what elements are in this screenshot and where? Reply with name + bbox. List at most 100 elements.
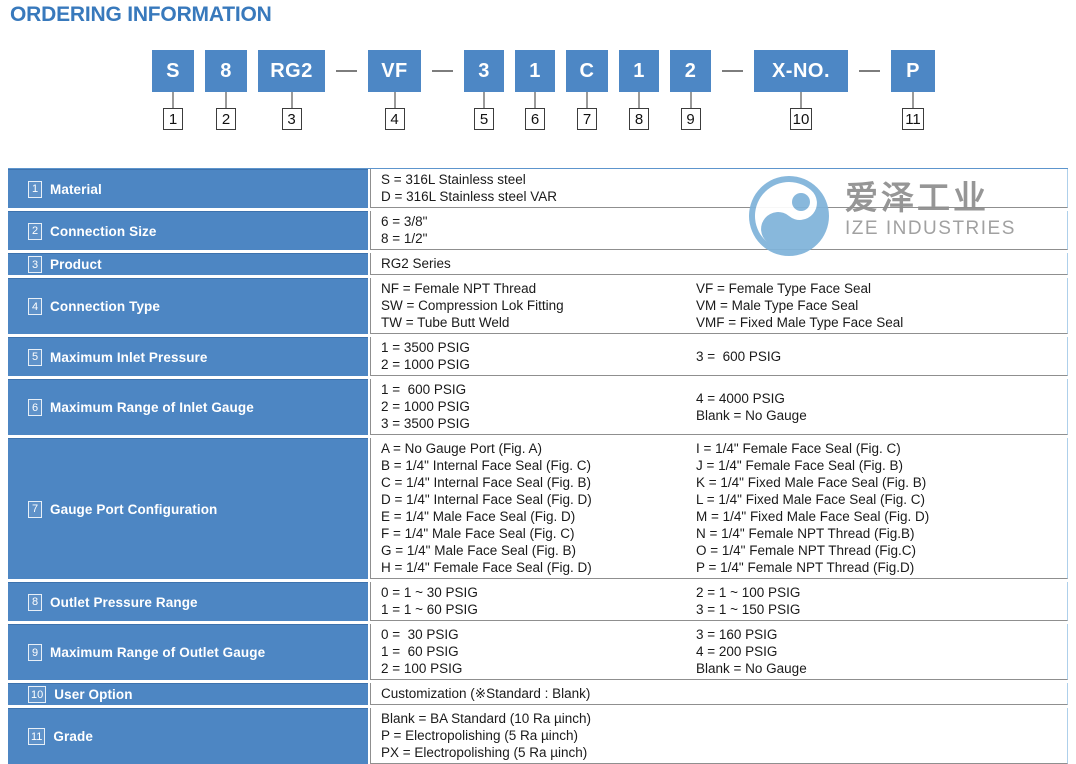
code-separator-dash [336, 70, 357, 72]
option-column-right [696, 255, 1067, 272]
row-number-badge: 7 [28, 501, 42, 518]
row-content-cell: 0 = 1 ~ 30 PSIG1 = 1 ~ 60 PSIG2 = 1 ~ 10… [370, 582, 1068, 621]
option-line: VF = Female Type Face Seal [696, 280, 1067, 297]
position-number-badge: 11 [902, 108, 924, 130]
code-box: P [891, 50, 935, 92]
row-label-cell: 11Grade [8, 708, 368, 764]
row-content-cell: RG2 Series [370, 253, 1068, 275]
row-content-cell: 0 = 30 PSIG1 = 60 PSIG2 = 100 PSIG3 = 16… [370, 624, 1068, 680]
option-line: Customization (※Standard : Blank) [381, 685, 696, 702]
code-box: S [152, 50, 194, 92]
row-label: Maximum Range of Inlet Gauge [50, 400, 254, 415]
table-row: 3ProductRG2 Series [8, 253, 1068, 275]
code-unit: 16 [515, 50, 555, 130]
option-column-right: 3 = 160 PSIG4 = 200 PSIGBlank = No Gauge [696, 626, 1067, 677]
row-number-badge: 1 [28, 181, 42, 198]
row-label-cell: 2Connection Size [8, 211, 368, 250]
code-unit: RG23 [258, 50, 325, 130]
option-line: 1 = 3500 PSIG [381, 339, 696, 356]
option-line: 2 = 1000 PSIG [381, 398, 696, 415]
code-unit: X-NO.10 [754, 50, 848, 130]
option-line: K = 1/4" Fixed Male Face Seal (Fig. B) [696, 474, 1067, 491]
connector-line [534, 92, 536, 108]
option-column-left: 0 = 30 PSIG1 = 60 PSIG2 = 100 PSIG [381, 626, 696, 677]
option-line: P = 1/4" Female NPT Thread (Fig.D) [696, 559, 1067, 576]
option-line: D = 316L Stainless steel VAR [381, 188, 696, 205]
code-unit: C7 [566, 50, 608, 130]
position-number-badge: 7 [577, 108, 597, 130]
option-line: 3 = 160 PSIG [696, 626, 1067, 643]
option-line: S = 316L Stainless steel [381, 171, 696, 188]
connector-line [586, 92, 588, 108]
option-line: N = 1/4" Female NPT Thread (Fig.B) [696, 525, 1067, 542]
option-line: M = 1/4" Fixed Male Face Seal (Fig. D) [696, 508, 1067, 525]
table-row: 2Connection Size6 = 3/8"8 = 1/2" [8, 211, 1068, 250]
option-line: D = 1/4" Internal Face Seal (Fig. D) [381, 491, 696, 508]
option-line: 3 = 1 ~ 150 PSIG [696, 601, 1067, 618]
row-content-cell: 1 = 3500 PSIG2 = 1000 PSIG3 = 600 PSIG [370, 337, 1068, 376]
code-separator-dash [859, 70, 880, 72]
code-unit: 29 [670, 50, 711, 130]
option-line: P = Electropolishing (5 Ra µinch) [381, 727, 696, 744]
connector-line [225, 92, 227, 108]
position-number-badge: 1 [163, 108, 183, 130]
option-line: 6 = 3/8" [381, 213, 696, 230]
connector-line [483, 92, 485, 108]
row-number-badge: 6 [28, 399, 42, 416]
position-number-badge: 3 [282, 108, 302, 130]
option-line: PX = Electropolishing (5 Ra µinch) [381, 744, 696, 761]
connector-line [690, 92, 692, 108]
row-content-cell: Blank = BA Standard (10 Ra µinch)P = Ele… [370, 708, 1068, 764]
option-line: L = 1/4" Fixed Male Face Seal (Fig. C) [696, 491, 1067, 508]
option-column-right: 4 = 4000 PSIGBlank = No Gauge [696, 381, 1067, 432]
code-unit: 35 [464, 50, 504, 130]
option-line: 1 = 600 PSIG [381, 381, 696, 398]
table-row: 9Maximum Range of Outlet Gauge0 = 30 PSI… [8, 624, 1068, 680]
row-label-cell: 7 Gauge Port Configuration [8, 438, 368, 579]
position-number-badge: 10 [790, 108, 813, 130]
table-row: 11Grade Blank = BA Standard (10 Ra µinch)… [8, 708, 1068, 764]
option-column-right [696, 213, 1067, 247]
option-line: VMF = Fixed Male Type Face Seal [696, 314, 1067, 331]
code-unit: 82 [205, 50, 247, 130]
row-label: Product [50, 257, 102, 272]
option-line: RG2 Series [381, 255, 696, 272]
row-label-cell: 8Outlet Pressure Range [8, 582, 368, 621]
option-line: H = 1/4" Female Face Seal (Fig. D) [381, 559, 696, 576]
row-content-cell: 1 = 600 PSIG2 = 1000 PSIG3 = 3500 PSIG4 … [370, 379, 1068, 435]
row-label: Maximum Range of Outlet Gauge [50, 645, 265, 660]
row-content-cell: A = No Gauge Port (Fig. A)B = 1/4" Inter… [370, 438, 1068, 579]
option-line: VM = Male Type Face Seal [696, 297, 1067, 314]
code-box: 1 [619, 50, 659, 92]
table-row: 4Connection TypeNF = Female NPT ThreadSW… [8, 278, 1068, 334]
option-line: F = 1/4" Male Face Seal (Fig. C) [381, 525, 696, 542]
option-column-right: VF = Female Type Face SealVM = Male Type… [696, 280, 1067, 331]
option-column-right [696, 710, 1067, 761]
code-box: VF [368, 50, 421, 92]
table-row: 1 Material S = 316L Stainless steelD = 316… [8, 169, 1068, 208]
option-column-left: S = 316L Stainless steelD = 316L Stainle… [381, 171, 696, 205]
option-line: TW = Tube Butt Weld [381, 314, 696, 331]
option-line: 0 = 30 PSIG [381, 626, 696, 643]
row-label: User Option [54, 687, 132, 702]
option-line: E = 1/4" Male Face Seal (Fig. D) [381, 508, 696, 525]
row-label-cell: 6 Maximum Range of Inlet Gauge [8, 379, 368, 435]
position-number-badge: 8 [629, 108, 649, 130]
option-column-left: 0 = 1 ~ 30 PSIG1 = 1 ~ 60 PSIG [381, 584, 696, 618]
row-content-cell: 6 = 3/8"8 = 1/2" [370, 211, 1068, 250]
option-line: 2 = 1 ~ 100 PSIG [696, 584, 1067, 601]
option-column-left: Blank = BA Standard (10 Ra µinch)P = Ele… [381, 710, 696, 761]
row-label: Maximum Inlet Pressure [50, 350, 208, 365]
row-label: Grade [53, 729, 93, 744]
code-box: 3 [464, 50, 504, 92]
row-label-cell: 5Maximum Inlet Pressure [8, 337, 368, 376]
row-label: Gauge Port Configuration [50, 502, 217, 517]
position-number-badge: 2 [216, 108, 236, 130]
option-line: C = 1/4" Internal Face Seal (Fig. B) [381, 474, 696, 491]
option-line: 4 = 200 PSIG [696, 643, 1067, 660]
connector-line [912, 92, 914, 108]
row-label: Material [50, 182, 102, 197]
option-line: 3 = 600 PSIG [696, 348, 1067, 365]
page-title: ORDERING INFORMATION [10, 3, 272, 27]
position-number-badge: 9 [681, 108, 701, 130]
